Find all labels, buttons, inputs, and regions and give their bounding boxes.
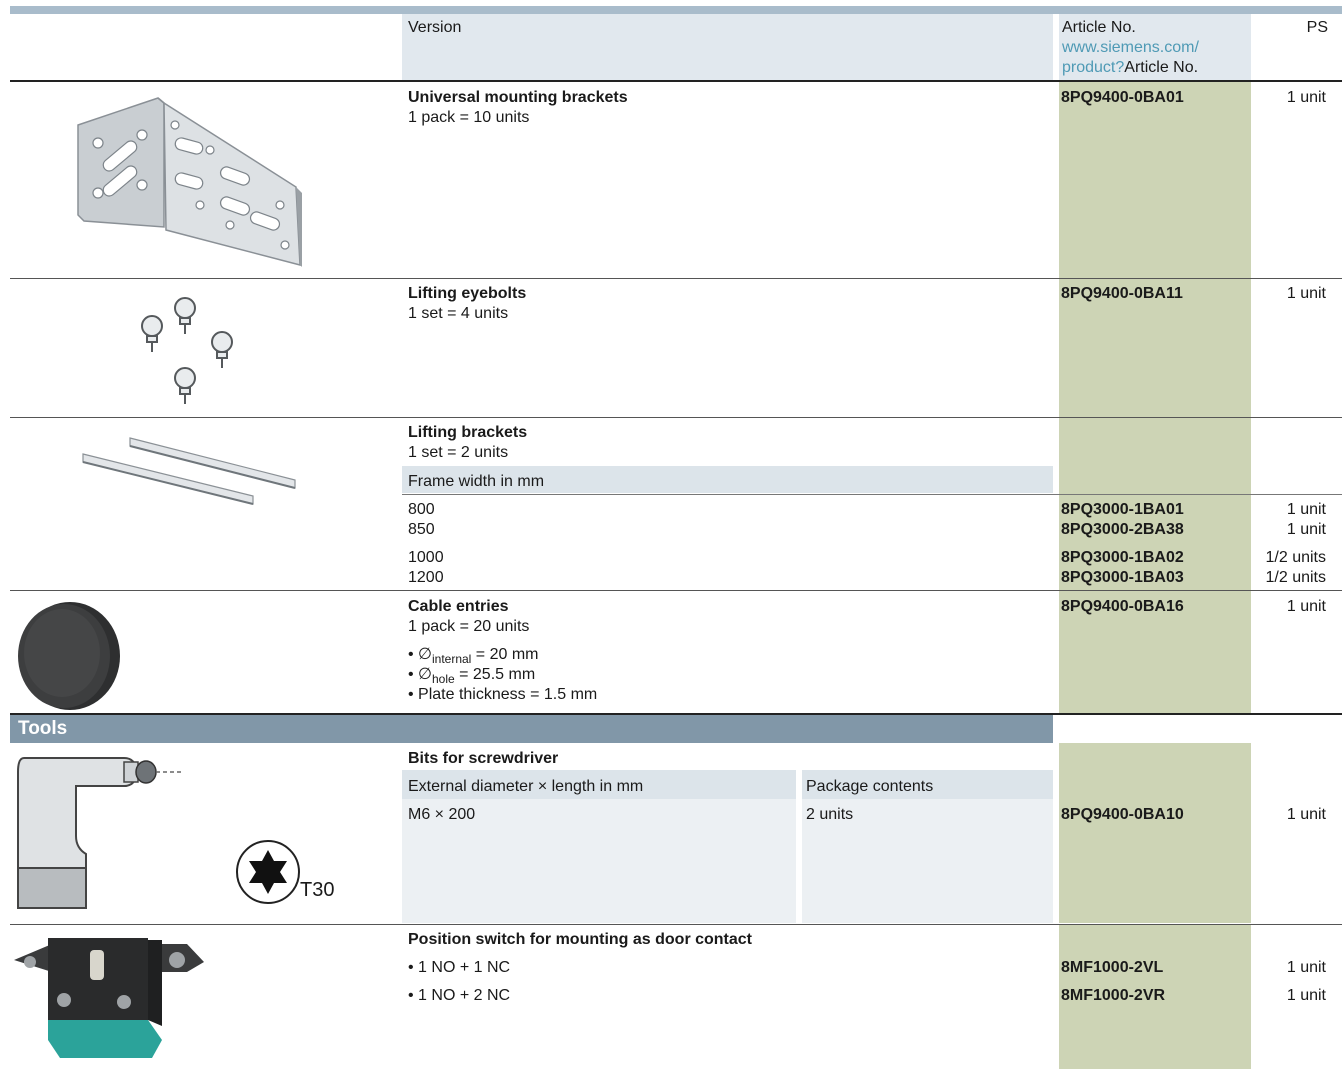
switch-title: Position switch for mounting as door con…	[408, 931, 753, 948]
article-col-bg	[1059, 82, 1251, 278]
switch-ps: 1 unit	[1286, 987, 1326, 1004]
torx-icon	[236, 840, 300, 904]
header-background	[402, 14, 1053, 80]
mounting-article: 8PQ9400-0BA01	[1061, 89, 1184, 106]
cable-article: 8PQ9400-0BA16	[1061, 598, 1184, 615]
top-accent-bar	[10, 6, 1342, 14]
brackets-ps: 1/2 units	[1265, 569, 1326, 586]
mounting-bracket-image	[77, 97, 302, 267]
bits-ps: 1 unit	[1286, 806, 1326, 823]
mounting-ps: 1 unit	[1286, 89, 1326, 106]
switch-ps: 1 unit	[1286, 959, 1326, 976]
brackets-subheader: Frame width in mm	[408, 473, 545, 490]
eyebolts-image	[141, 297, 233, 404]
brackets-sub: 1 set = 2 units	[408, 444, 509, 461]
bits-col1-header: External diameter × length in mm	[408, 778, 644, 795]
tools-section-bar	[10, 715, 1053, 743]
cable-sub: 1 pack = 20 units	[408, 618, 530, 635]
bits-contents: 2 units	[806, 806, 854, 823]
brackets-title: Lifting brackets	[408, 424, 528, 441]
eyebolts-ps: 1 unit	[1286, 285, 1326, 302]
brackets-width: 850	[408, 521, 435, 538]
switch-article: 8MF1000-2VR	[1061, 987, 1166, 1004]
brackets-ps: 1 unit	[1286, 501, 1326, 518]
brackets-width: 800	[408, 501, 435, 518]
brackets-article: 8PQ3000-1BA02	[1061, 549, 1184, 566]
row-divider	[10, 590, 1342, 591]
eyebolts-article: 8PQ9400-0BA11	[1061, 285, 1183, 302]
brackets-article: 8PQ3000-1BA01	[1061, 501, 1184, 518]
header-link-line2[interactable]: product?Article No.	[1062, 58, 1198, 78]
bits-title: Bits for screwdriver	[408, 750, 559, 767]
mounting-title: Universal mounting brackets	[408, 89, 628, 106]
row-divider	[10, 417, 1342, 418]
cable-bullet-thickness: • Plate thickness = 1.5 mm	[408, 686, 598, 703]
bits-col2-header: Package contents	[806, 778, 934, 795]
row-divider	[10, 924, 1342, 925]
lifting-brackets-image	[82, 437, 296, 505]
torx-label: T30	[300, 879, 335, 901]
brackets-width: 1000	[408, 549, 444, 566]
row-divider	[402, 494, 1342, 495]
switch-option: • 1 NO + 1 NC	[408, 959, 511, 976]
cable-title: Cable entries	[408, 598, 509, 615]
brackets-article: 8PQ3000-1BA03	[1061, 569, 1184, 586]
header-version: Version	[408, 19, 462, 36]
bits-size: M6 × 200	[408, 806, 476, 823]
header-ps: PS	[1306, 19, 1328, 36]
eyebolts-sub: 1 set = 4 units	[408, 305, 509, 322]
brackets-width: 1200	[408, 569, 444, 586]
brackets-ps: 1/2 units	[1265, 549, 1326, 566]
brackets-article: 8PQ3000-2BA38	[1061, 521, 1184, 538]
position-switch-image	[14, 938, 204, 1058]
article-col-bg	[1059, 743, 1251, 923]
bits-article: 8PQ9400-0BA10	[1061, 806, 1184, 823]
brackets-ps: 1 unit	[1286, 521, 1326, 538]
cable-ps: 1 unit	[1286, 598, 1326, 615]
header-link-line1[interactable]: www.siemens.com/	[1062, 38, 1199, 58]
screwdriver-image	[17, 757, 182, 909]
row-divider	[10, 278, 1342, 279]
eyebolts-title: Lifting eyebolts	[408, 285, 527, 302]
switch-article: 8MF1000-2VL	[1061, 959, 1164, 976]
mounting-sub: 1 pack = 10 units	[408, 109, 530, 126]
header-article-no: Article No.	[1062, 19, 1136, 36]
cable-entry-image	[18, 602, 120, 710]
switch-option: • 1 NO + 2 NC	[408, 987, 511, 1004]
tools-section-label: Tools	[18, 718, 68, 739]
